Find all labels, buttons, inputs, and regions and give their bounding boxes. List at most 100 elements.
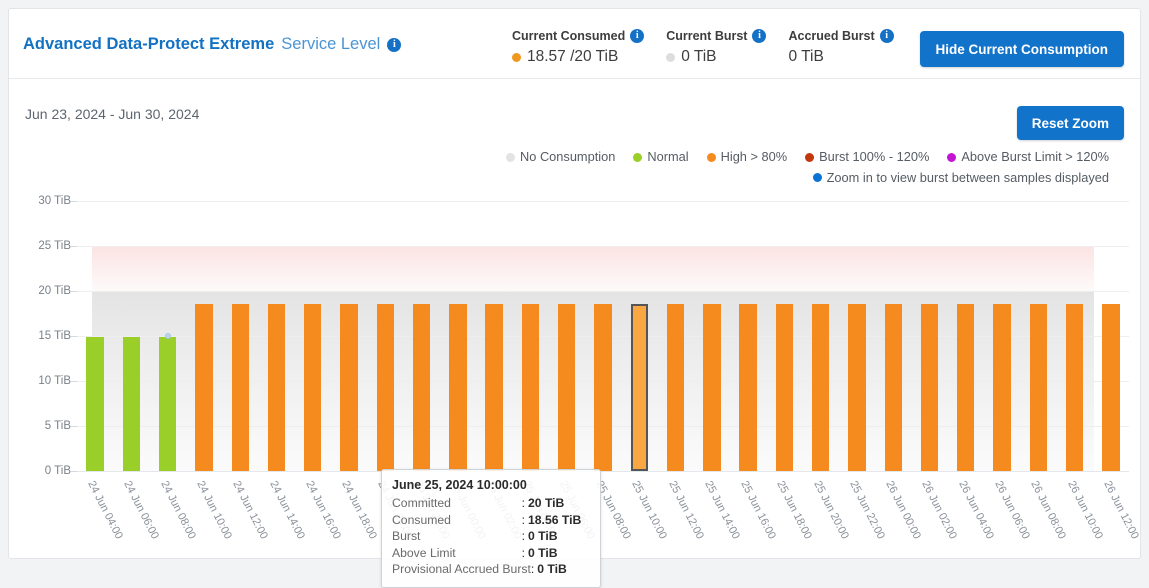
y-axis-tick-0: 0 TiB [45,465,71,477]
legend-item-label: Above Burst Limit > 120% [961,147,1109,167]
x-axis-tick-27: 26 Jun 10:00 [1065,479,1105,541]
gridline-30 [77,201,1129,202]
legend-item-0[interactable]: No Consumption [506,147,615,167]
date-range-label: Jun 23, 2024 - Jun 30, 2024 [25,106,199,122]
info-icon[interactable]: i [880,29,894,43]
metric-1: Current Burst i 0 TiB [666,29,766,66]
metric-label-text: Current Burst [666,29,747,43]
metric-value: 18.57 /20 TiB [512,48,644,66]
bar-21[interactable] [848,304,865,471]
service-level-suffix: Service Level [281,35,380,54]
bar-24[interactable] [957,304,974,471]
bar-11[interactable] [485,304,502,471]
bar-8[interactable] [377,304,394,471]
tooltip-row-value: 18.56 TiB [528,512,590,529]
tooltip-row-key: Provisional Accrued Burst [392,561,531,578]
legend-row-primary: No Consumption Normal High > 80% Burst 100%… [9,147,1109,168]
bar-27[interactable] [1066,304,1083,471]
gridline-20 [77,291,1129,292]
bar-9[interactable] [413,304,430,471]
y-axis-tickmark-25 [71,246,77,247]
y-axis-tick-30: 30 TiB [38,195,71,207]
x-axis-tick-2: 24 Jun 08:00 [158,479,198,541]
bar-1[interactable] [123,337,140,471]
metric-value: 0 TiB [666,48,766,66]
service-level-card: Advanced Data-Protect Extreme Service Le… [8,8,1141,559]
legend-item-0[interactable]: Zoom in to view burst between samples di… [813,168,1109,188]
x-axis-tick-3: 24 Jun 10:00 [194,479,234,541]
x-axis-tick-23: 26 Jun 02:00 [920,479,960,541]
tooltip-row-value: 0 TiB [528,545,590,562]
tooltip-row-value: 20 TiB [528,495,590,512]
x-axis-tick-26: 26 Jun 08:00 [1029,479,1069,541]
bar-13[interactable] [558,304,575,471]
tooltip-title: June 25, 2024 10:00:00 [392,478,590,492]
y-axis-tickmark-15 [71,336,77,337]
y-axis-tick-10: 10 TiB [38,375,71,387]
y-axis-tickmark-20 [71,291,77,292]
card-header: Advanced Data-Protect Extreme Service Le… [9,9,1140,79]
bar-7[interactable] [340,304,357,471]
bar-6[interactable] [304,304,321,471]
bar-22[interactable] [885,304,902,471]
x-axis-tick-21: 25 Jun 22:00 [847,479,887,541]
bar-14[interactable] [594,304,611,471]
legend-row-secondary: Zoom in to view burst between samples di… [9,168,1109,189]
x-axis-tick-20: 25 Jun 20:00 [811,479,851,541]
bar-4[interactable] [232,304,249,471]
bar-18[interactable] [739,304,756,471]
x-axis-tick-17: 25 Jun 14:00 [702,479,742,541]
bar-25[interactable] [993,304,1010,471]
x-axis-tick-4: 24 Jun 12:00 [231,479,271,541]
metric-value-text: 0 TiB [681,48,716,66]
y-axis-tick-5: 5 TiB [45,420,71,432]
x-axis-tick-1: 24 Jun 06:00 [122,479,162,541]
chart-plot-area [77,201,1129,471]
tooltip-row-value: 0 TiB [537,561,599,578]
bar-15[interactable] [631,304,648,471]
legend-item-4[interactable]: Above Burst Limit > 120% [947,147,1109,167]
metric-value-text: 0 TiB [788,48,823,66]
legend-item-2[interactable]: High > 80% [707,147,788,167]
tooltip-row-key: Above Limit [392,545,456,562]
consumption-chart: 24 Jun 04:0024 Jun 06:0024 Jun 08:0024 J… [9,187,1142,557]
x-axis-tick-18: 25 Jun 16:00 [738,479,778,541]
x-axis-tick-15: 25 Jun 10:00 [630,479,670,541]
reset-zoom-button[interactable]: Reset Zoom [1017,106,1124,140]
metric-2: Accrued Burst i 0 TiB [788,29,893,66]
y-axis-tickmark-5 [71,426,77,427]
bar-2[interactable] [159,337,176,471]
bar-3[interactable] [195,304,212,471]
bar-23[interactable] [921,304,938,471]
bar-19[interactable] [776,304,793,471]
hide-current-consumption-button[interactable]: Hide Current Consumption [920,31,1125,67]
bar-12[interactable] [522,304,539,471]
x-axis-tick-5: 24 Jun 14:00 [267,479,307,541]
legend-item-label: High > 80% [721,147,788,167]
info-icon[interactable]: i [630,29,644,43]
bar-0[interactable] [86,337,103,471]
legend-item-3[interactable]: Burst 100% - 120% [805,147,929,167]
bar-16[interactable] [667,304,684,471]
x-axis-tick-25: 26 Jun 06:00 [992,479,1032,541]
page-title: Advanced Data-Protect Extreme Service Le… [23,35,401,54]
status-dot-icon [512,53,521,62]
metrics-group: Current Consumedi18.57 /20 TiBCurrent Bu… [512,29,894,66]
legend-dot-icon [707,153,716,162]
legend-dot-icon [813,173,822,182]
bar-26[interactable] [1030,304,1047,471]
metric-label-text: Accrued Burst [788,29,874,43]
bar-10[interactable] [449,304,466,471]
x-axis-tick-28: 26 Jun 12:00 [1101,479,1141,541]
service-level-info-icon[interactable]: i [387,38,401,52]
bar-20[interactable] [812,304,829,471]
bar-17[interactable] [703,304,720,471]
bar-5[interactable] [268,304,285,471]
info-icon[interactable]: i [752,29,766,43]
legend-item-1[interactable]: Normal [633,147,688,167]
bar-28[interactable] [1102,304,1119,471]
metric-0: Current Consumedi18.57 /20 TiB [512,29,644,66]
tooltip-row-value: 0 TiB [528,528,590,545]
tooltip-row-3: Above Limit:0 TiB [392,545,590,562]
metric-value: 0 TiB [788,48,893,66]
